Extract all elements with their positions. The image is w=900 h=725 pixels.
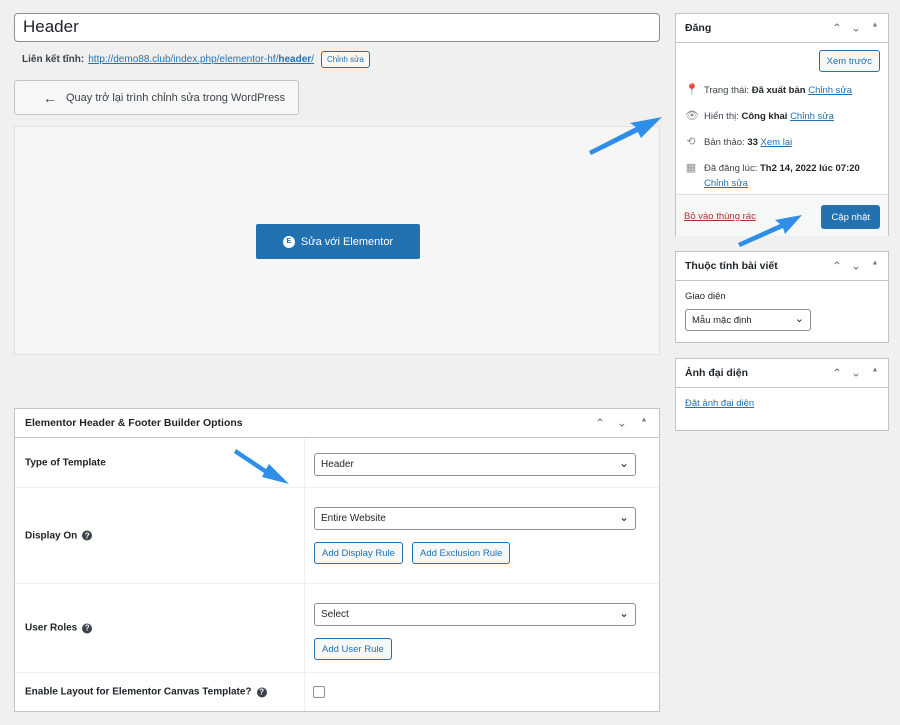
publish-footer: Bỏ vào thùng rác Cập nhật xyxy=(676,194,888,236)
type-of-template-label: Type of Template xyxy=(25,457,106,468)
revisions-line: ⟲ Bản thảo: 33 Xem lại xyxy=(686,136,793,148)
chevron-down-icon[interactable]: ⌄ xyxy=(849,22,863,35)
post-attributes-box: Thuộc tính bài viết ⌃ ⌄ ▲ Giao diện Mẫu … xyxy=(675,251,889,343)
permalink-edit-button[interactable]: Chỉnh sửa xyxy=(320,50,370,68)
status-line: 📍 Trạng thái: Đã xuất bản Chỉnh sửa xyxy=(685,84,853,96)
chevron-down-icon: ⌄ xyxy=(618,456,629,470)
back-to-wordpress-editor-button[interactable]: ← Quay trở lại trình chỉnh sửa trong Wor… xyxy=(14,80,299,115)
edit-with-elementor-button[interactable]: E Sửa với Elementor xyxy=(256,224,420,259)
publish-header: Đăng ⌃ ⌄ ▲ xyxy=(676,14,888,43)
status-edit-link[interactable]: Chỉnh sửa xyxy=(808,85,852,96)
user-roles-select[interactable]: Select ⌄ xyxy=(314,603,636,626)
user-roles-label: User Roles? xyxy=(25,623,93,634)
attributes-header: Thuộc tính bài viết ⌃ ⌄ ▲ xyxy=(676,252,888,281)
publish-box: Đăng ⌃ ⌄ ▲ Xem trước 📍 Trạng thái: Đã xu… xyxy=(675,13,889,236)
collapse-toggle-icon[interactable]: ▲ xyxy=(868,22,882,35)
elementor-logo-icon: E xyxy=(282,235,295,248)
calendar-icon: ▦ xyxy=(685,162,697,174)
chevron-up-icon[interactable]: ⌃ xyxy=(830,22,844,35)
display-on-select[interactable]: Entire Website ⌄ xyxy=(314,507,636,530)
template-type-select[interactable]: Header ⌄ xyxy=(314,453,636,476)
row-user-roles: User Roles? Select ⌄ Add User Rule xyxy=(15,584,659,673)
permalink-bar: Liên kết tĩnh: http://demo88.club/index.… xyxy=(22,49,370,69)
featured-image-box: Ảnh đại diện ⌃ ⌄ ▲ Đặt ảnh đại diện xyxy=(675,358,889,431)
published-date-line: ▦ Đã đăng lúc: Th2 14, 2022 lúc 07:20 Chỉ… xyxy=(685,162,860,189)
canvas-template-checkbox[interactable] xyxy=(313,686,325,698)
chevron-up-icon[interactable]: ⌃ xyxy=(830,260,844,273)
publish-title: Đăng xyxy=(685,22,712,34)
published-edit-link[interactable]: Chỉnh sửa xyxy=(704,178,748,189)
visibility-edit-link[interactable]: Chỉnh sửa xyxy=(790,111,834,122)
chevron-up-icon[interactable]: ⌃ xyxy=(830,367,844,380)
add-user-rule-button[interactable]: Add User Rule xyxy=(314,638,392,660)
row-display-on: Display On? Entire Website ⌄ Add Display … xyxy=(15,488,659,584)
chevron-down-icon[interactable]: ⌄ xyxy=(849,367,863,380)
eye-icon: 👁 xyxy=(685,110,699,122)
back-button-label: Quay trở lại trình chỉnh sửa trong WordP… xyxy=(66,91,286,104)
row-canvas-template: Enable Layout for Elementor Canvas Templ… xyxy=(15,673,659,711)
add-exclusion-rule-button[interactable]: Add Exclusion Rule xyxy=(412,542,511,564)
chevron-down-icon[interactable]: ⌄ xyxy=(849,260,863,273)
display-on-label: Display On? xyxy=(25,530,93,541)
collapse-toggle-icon[interactable]: ▲ xyxy=(637,417,651,430)
post-title-input[interactable]: Header xyxy=(14,13,660,42)
update-button[interactable]: Cập nhật xyxy=(821,205,880,229)
visibility-line: 👁 Hiển thị: Công khai Chỉnh sửa xyxy=(685,110,834,122)
options-title: Elementor Header & Footer Builder Option… xyxy=(25,417,243,429)
canvas-template-label: Enable Layout for Elementor Canvas Templ… xyxy=(25,687,267,698)
collapse-toggle-icon[interactable]: ▲ xyxy=(868,260,882,273)
revisions-link[interactable]: Xem lại xyxy=(761,137,793,148)
featured-image-header: Ảnh đại diện ⌃ ⌄ ▲ xyxy=(676,359,888,388)
arrow-left-icon: ← xyxy=(43,89,57,106)
attributes-title: Thuộc tính bài viết xyxy=(685,260,778,272)
chevron-down-icon[interactable]: ⌄ xyxy=(615,417,629,430)
options-header: Elementor Header & Footer Builder Option… xyxy=(15,409,659,438)
chevron-up-icon[interactable]: ⌃ xyxy=(593,417,607,430)
template-label: Giao diện xyxy=(685,291,726,302)
collapse-toggle-icon[interactable]: ▲ xyxy=(868,367,882,380)
move-to-trash-link[interactable]: Bỏ vào thùng rác xyxy=(684,211,756,222)
help-icon[interactable]: ? xyxy=(82,530,93,541)
set-featured-image-link[interactable]: Đặt ảnh đại diện xyxy=(685,398,754,409)
permalink-url[interactable]: http://demo88.club/index.php/elementor-h… xyxy=(88,54,314,65)
add-display-rule-button[interactable]: Add Display Rule xyxy=(314,542,403,564)
hfb-options-metabox: Elementor Header & Footer Builder Option… xyxy=(14,408,660,712)
help-icon[interactable]: ? xyxy=(256,687,267,697)
pin-icon: 📍 xyxy=(685,84,699,96)
page-template-select[interactable]: Mẫu mặc định ⌄ xyxy=(685,309,811,331)
row-type-of-template: Type of Template Header ⌄ xyxy=(15,438,659,488)
chevron-down-icon: ⌄ xyxy=(618,510,629,524)
help-icon[interactable]: ? xyxy=(82,623,93,633)
history-icon: ⟲ xyxy=(686,136,696,148)
elementor-editor-area: E Sửa với Elementor xyxy=(14,126,660,355)
permalink-label: Liên kết tĩnh: xyxy=(22,53,85,65)
preview-button[interactable]: Xem trước xyxy=(818,50,880,72)
chevron-down-icon: ⌄ xyxy=(794,313,804,325)
chevron-down-icon: ⌄ xyxy=(618,606,629,620)
featured-image-title: Ảnh đại diện xyxy=(685,367,748,379)
elementor-button-label: Sửa với Elementor xyxy=(300,235,394,248)
